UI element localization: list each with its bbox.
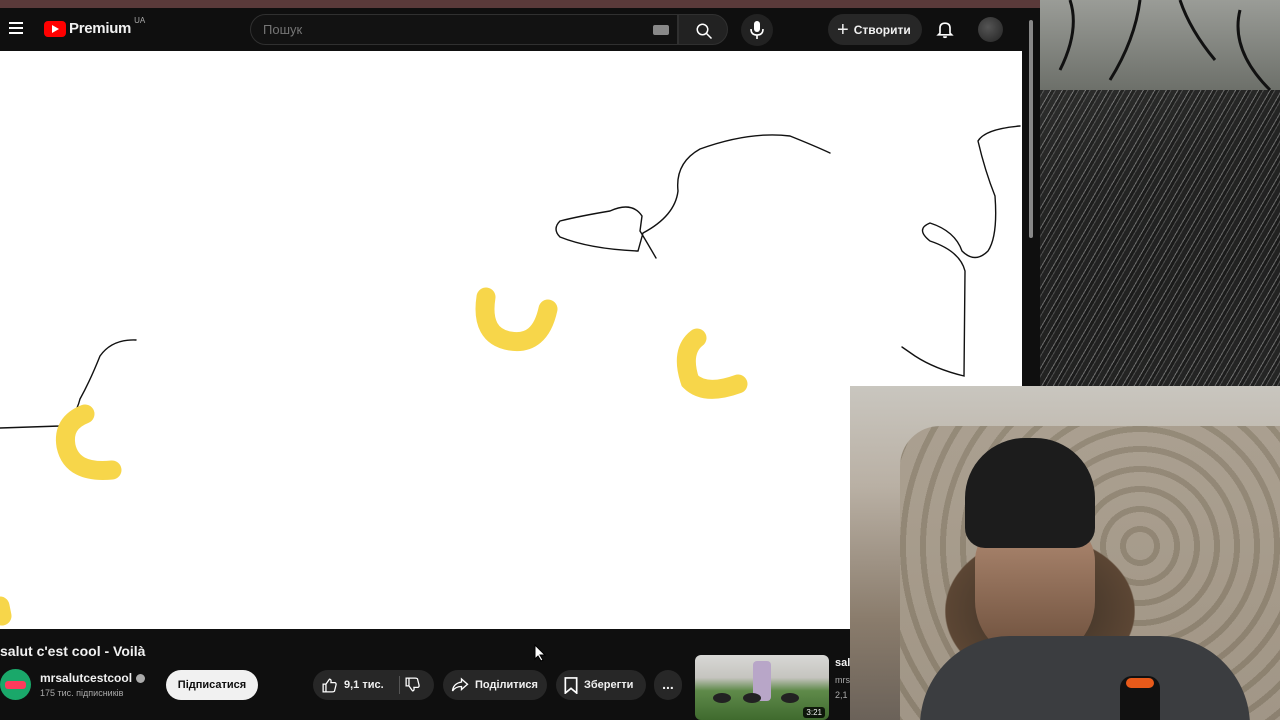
branch — [1058, 0, 1075, 71]
account-avatar[interactable] — [978, 17, 1003, 42]
search-input[interactable] — [263, 22, 643, 37]
handheld-microphone — [1120, 676, 1160, 720]
youtube-logo-icon — [44, 20, 66, 37]
more-actions-button[interactable]: ... — [654, 670, 682, 700]
share-button[interactable]: Поділитися — [443, 670, 547, 700]
yellow-stroke — [475, 287, 558, 352]
subscribe-button[interactable]: Підписатися — [166, 670, 258, 700]
thumbs-up-icon — [322, 677, 337, 693]
save-button[interactable]: Зберегти — [556, 670, 646, 700]
masthead: Premium UA + Створити — [0, 8, 1040, 51]
search-button[interactable] — [678, 14, 728, 45]
webcam-overlay-streamer — [850, 386, 1280, 720]
ink-stroke — [555, 134, 831, 259]
youtube-premium-logo[interactable]: Premium UA — [44, 16, 145, 37]
channel-avatar[interactable] — [0, 669, 31, 700]
like-button[interactable]: 9,1 тис. — [313, 670, 398, 700]
yellow-stroke — [55, 404, 122, 480]
streamer-beanie — [965, 438, 1095, 548]
logo-text: Premium — [69, 20, 132, 37]
plus-icon: + — [837, 18, 849, 41]
mic-icon — [750, 21, 764, 39]
recommended-video-channel: mrs — [835, 675, 850, 685]
logo-country-code: UA — [134, 16, 146, 25]
scrollbar-thumb[interactable] — [1029, 20, 1033, 238]
video-title: salut c'est cool - Voilà — [0, 643, 146, 659]
thumbnail-tire — [781, 693, 799, 703]
mouse-cursor-icon — [534, 644, 546, 662]
channel-name[interactable]: mrsalutcestcool — [40, 671, 132, 685]
branch — [1236, 9, 1272, 92]
recommended-video-views: 2,1 — [835, 690, 848, 700]
bookmark-icon — [564, 676, 578, 694]
share-icon — [451, 677, 469, 692]
branch — [1108, 0, 1142, 81]
search-icon — [696, 23, 713, 40]
bell-icon[interactable] — [935, 19, 955, 39]
menu-icon[interactable] — [6, 19, 26, 39]
like-divider — [399, 676, 400, 694]
webcam-overlay-outdoor — [1040, 0, 1280, 386]
yellow-stroke — [0, 596, 12, 626]
channel-subscriber-count: 175 тис. підписників — [40, 688, 124, 698]
share-label: Поділитися — [475, 679, 538, 691]
thumbnail-tire — [713, 693, 731, 703]
ink-stroke — [901, 125, 1021, 377]
video-info-bar: salut c'est cool - Voilà mrsalutcestcool… — [0, 629, 850, 720]
yellow-stroke — [676, 328, 748, 399]
search-box — [250, 14, 678, 45]
thumbnail-tire — [743, 693, 761, 703]
thumbs-down-icon[interactable] — [404, 676, 421, 693]
window-top-strip — [0, 0, 1040, 8]
recommended-video-thumbnail[interactable]: 3:21 — [695, 655, 829, 720]
video-duration-badge: 3:21 — [803, 707, 825, 718]
recommended-video-title[interactable]: sal — [835, 657, 850, 669]
save-label: Зберегти — [584, 679, 634, 691]
page-scrollbar[interactable] — [1022, 8, 1040, 386]
keyboard-icon[interactable] — [653, 25, 669, 35]
streamer-hoodie — [920, 636, 1250, 720]
like-count: 9,1 тис. — [344, 679, 384, 691]
channel-name-row[interactable]: mrsalutcestcool — [40, 671, 146, 685]
branch — [1178, 0, 1217, 61]
like-dislike-group: 9,1 тис. — [313, 670, 434, 700]
create-button[interactable]: + Створити — [828, 14, 922, 45]
tree-branches — [1058, 0, 1272, 92]
verified-icon — [136, 674, 146, 684]
create-label: Створити — [853, 22, 911, 37]
voice-search-button[interactable] — [741, 14, 773, 46]
